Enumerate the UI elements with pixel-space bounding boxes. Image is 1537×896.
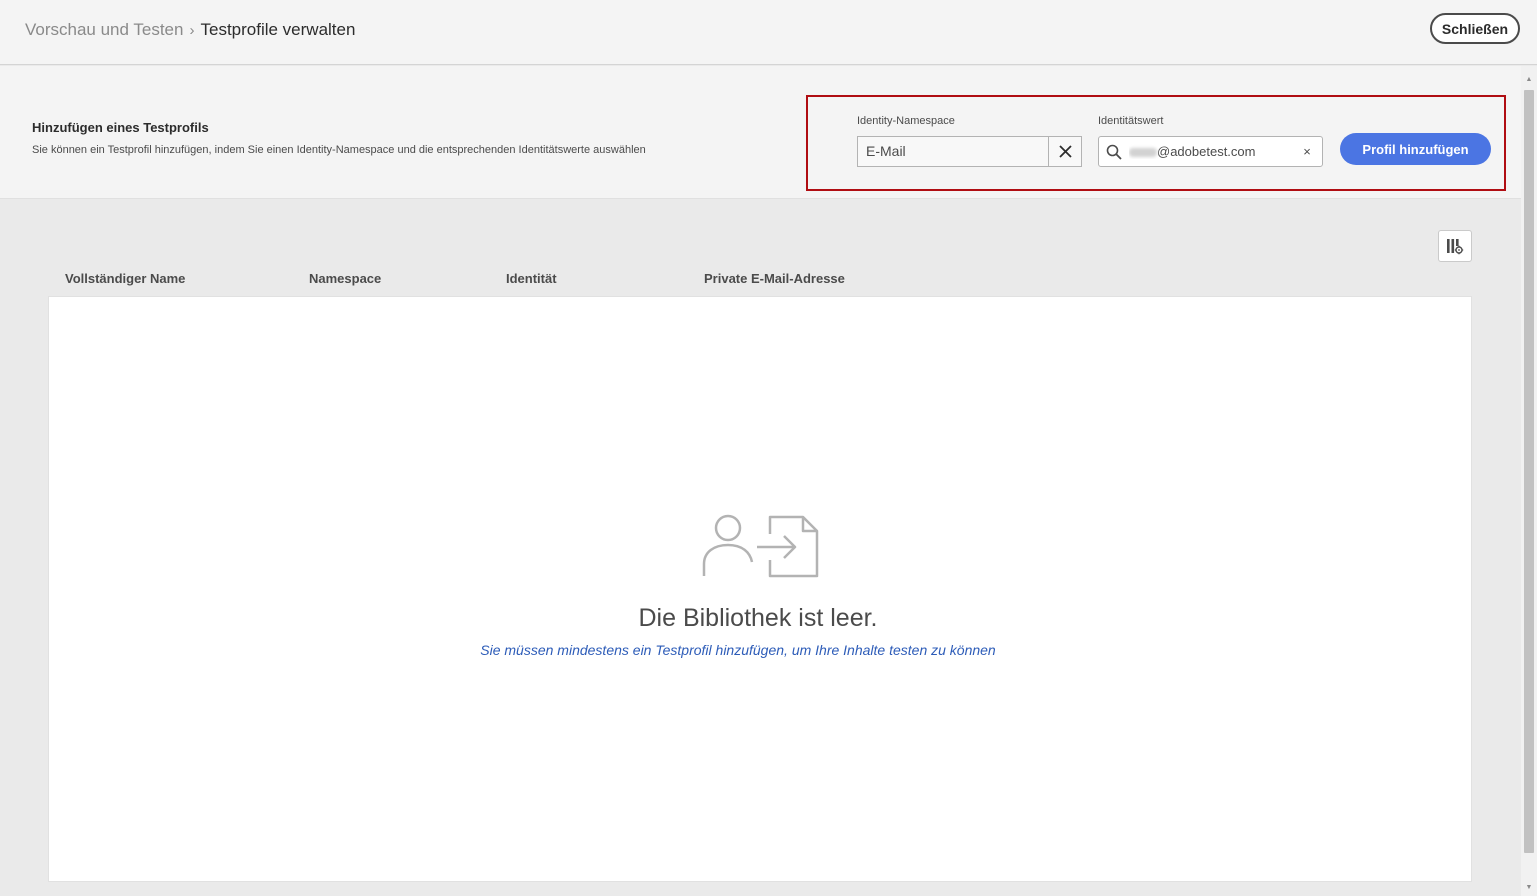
add-profile-button[interactable]: Profil hinzufügen bbox=[1340, 133, 1491, 165]
profile-table-body bbox=[48, 296, 1472, 882]
close-button[interactable]: Schließen bbox=[1430, 13, 1520, 44]
namespace-value[interactable]: E-Mail bbox=[858, 137, 1048, 166]
identity-value-label: Identitätswert bbox=[1098, 115, 1164, 127]
column-header-namespace[interactable]: Namespace bbox=[309, 271, 381, 286]
breadcrumb-parent-link[interactable]: Vorschau und Testen bbox=[25, 20, 183, 40]
identity-clear-button[interactable]: × bbox=[1292, 144, 1322, 159]
search-icon bbox=[1106, 144, 1122, 160]
identity-value-text[interactable]: @adobetest.com bbox=[1129, 144, 1292, 159]
column-header-full-name[interactable]: Vollständiger Name bbox=[65, 271, 185, 286]
namespace-field[interactable]: E-Mail bbox=[857, 136, 1082, 167]
close-icon bbox=[1058, 145, 1072, 158]
column-settings-icon bbox=[1447, 239, 1464, 255]
redacted-text bbox=[1129, 148, 1157, 158]
scrollbar-thumb[interactable] bbox=[1524, 90, 1534, 853]
scroll-up-arrow[interactable]: ▲ bbox=[1525, 76, 1533, 83]
scroll-down-arrow[interactable]: ▼ bbox=[1525, 884, 1533, 891]
identity-value-input[interactable]: @adobetest.com × bbox=[1098, 136, 1323, 167]
column-header-identity[interactable]: Identität bbox=[506, 271, 557, 286]
identity-value-domain: @adobetest.com bbox=[1157, 144, 1256, 159]
breadcrumb: Vorschau und Testen › Testprofile verwal… bbox=[25, 20, 355, 40]
column-header-private-email[interactable]: Private E-Mail-Adresse bbox=[704, 271, 845, 286]
add-profile-title: Hinzufügen eines Testprofils bbox=[32, 120, 209, 135]
user-import-icon bbox=[702, 514, 819, 578]
empty-state-message: Sie müssen mindestens ein Testprofil hin… bbox=[480, 642, 996, 658]
namespace-clear-button[interactable] bbox=[1048, 137, 1081, 166]
namespace-label: Identity-Namespace bbox=[857, 115, 955, 127]
identity-search bbox=[1099, 144, 1129, 160]
empty-state-title: Die Bibliothek ist leer. bbox=[638, 604, 878, 632]
add-test-profile-panel: Hinzufügen eines Testprofils Sie können … bbox=[0, 66, 1521, 199]
column-settings-button[interactable] bbox=[1438, 230, 1472, 262]
page-title: Testprofile verwalten bbox=[200, 20, 356, 39]
add-profile-description: Sie können ein Testprofil hinzufügen, in… bbox=[32, 144, 646, 156]
top-bar: Vorschau und Testen › Testprofile verwal… bbox=[0, 0, 1537, 65]
breadcrumb-separator: › bbox=[189, 21, 195, 39]
